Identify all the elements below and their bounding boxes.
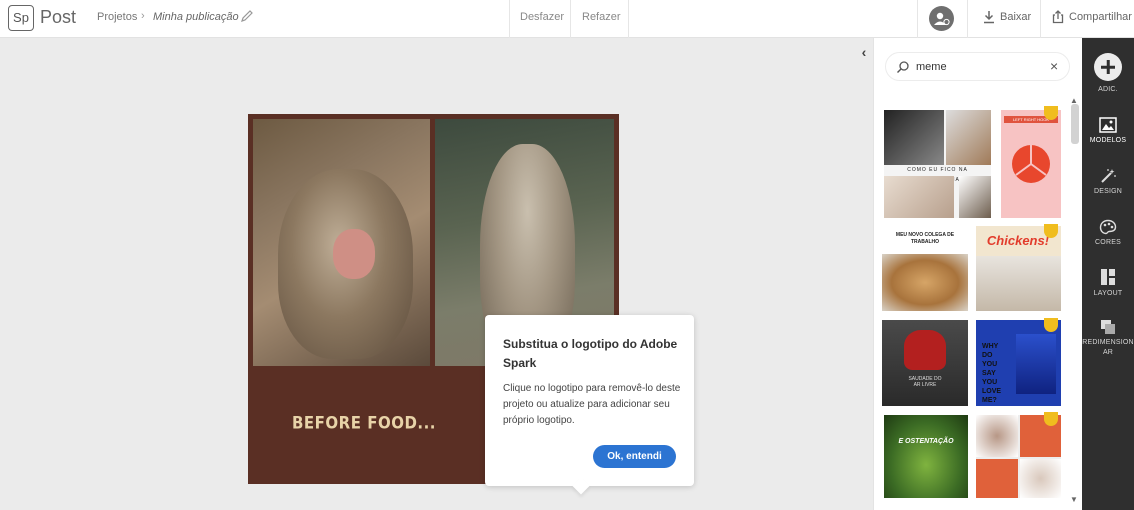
template-thumbnail[interactable]: SAUDADE DO AR LIVRE	[882, 320, 968, 406]
divider	[917, 0, 918, 38]
template-caption: COMO EU FICO NA QUARENTENA	[907, 167, 968, 183]
divider	[570, 0, 571, 38]
template-thumbnail[interactable]: MEU NOVO COLEGA DE TRABALHO	[882, 226, 968, 311]
collaborators-avatar[interactable]	[929, 6, 954, 31]
post-caption[interactable]: BEFORE FOOD...	[292, 413, 436, 434]
template-caption: E OSTENTAÇÃO	[898, 438, 954, 445]
template-thumbnail[interactable]: E OSTENTAÇÃO	[884, 415, 968, 498]
otter-mouth	[333, 229, 375, 279]
canvas-area: BEFORE FOOD...	[0, 38, 873, 510]
search-input[interactable]	[916, 60, 1046, 74]
user-add-icon	[934, 12, 950, 26]
palette-icon	[1099, 219, 1117, 235]
divider	[509, 0, 510, 38]
sidebar-item-label: ADIC.	[1098, 86, 1118, 93]
share-button[interactable]: Compartilhar	[1069, 11, 1132, 23]
download-button[interactable]: Baixar	[1000, 11, 1031, 23]
pencil-icon[interactable]	[240, 9, 254, 23]
pie-chart-graphic	[1012, 145, 1050, 183]
breadcrumb-separator: ›	[141, 10, 145, 22]
top-bar: Sp Post Projetos › Minha publicação Desf…	[0, 0, 1134, 38]
sidebar-item-add[interactable]: ADIC.	[1082, 53, 1134, 95]
plus-icon	[1094, 53, 1122, 81]
divider	[1040, 0, 1041, 38]
redo-button[interactable]: Refazer	[582, 11, 621, 23]
share-icon[interactable]	[1051, 10, 1065, 24]
sidebar-item-label: REDIMENSIONAR	[1082, 339, 1134, 356]
logo-tooltip: Substitua o logotipo do Adobe Spark Cliq…	[485, 315, 694, 486]
panel-scrollbar[interactable]	[1071, 96, 1079, 506]
template-thumbnail[interactable]: COMO EU FICO NA QUARENTENA	[884, 110, 991, 218]
tooltip-title: Substitua o logotipo do Adobe Spark	[503, 337, 678, 370]
sidebar-item-label: MODELOS	[1089, 137, 1127, 144]
template-thumbnail[interactable]: Chickens!	[976, 226, 1061, 311]
download-icon[interactable]	[982, 10, 996, 24]
breadcrumb-projects-link[interactable]: Projetos	[97, 11, 137, 23]
search-box: ×	[885, 52, 1070, 81]
clear-search-icon[interactable]: ×	[1050, 58, 1058, 74]
sidebar-item-label: CORES	[1095, 239, 1121, 246]
template-thumbnail[interactable]	[976, 415, 1061, 498]
app-name: Post	[40, 7, 77, 27]
sidebar-item-label: DESIGN	[1093, 188, 1123, 195]
sidebar-item-design[interactable]: DESIGN	[1082, 168, 1134, 197]
sidebar-item-resize[interactable]: REDIMENSIONAR	[1082, 319, 1134, 358]
ok-got-it-button[interactable]: Ok, entendi	[593, 445, 676, 468]
resize-icon	[1101, 320, 1115, 334]
template-caption: WHY DO YOU SAY YOU LOVE ME?	[982, 343, 1002, 404]
magic-wand-icon	[1101, 169, 1116, 183]
sidebar-item-layout[interactable]: LAYOUT	[1082, 268, 1134, 299]
divider	[967, 0, 968, 38]
premium-crown-icon	[1044, 224, 1058, 238]
templates-panel: × COMO EU FICO NA QUARENTENA LEFT RIGHT …	[873, 38, 1082, 510]
divider	[628, 0, 629, 38]
undo-button[interactable]: Desfazer	[520, 11, 564, 23]
image-icon	[1099, 117, 1117, 133]
otter-photo-left[interactable]	[253, 119, 430, 366]
template-thumbnail[interactable]: LEFT RIGHT HOOK	[1001, 110, 1061, 218]
spark-logo[interactable]: Sp	[8, 5, 34, 31]
scroll-down-icon[interactable]: ▼	[1070, 495, 1078, 504]
search-icon	[897, 61, 909, 73]
premium-crown-icon	[1044, 412, 1058, 426]
collapse-panel-chevron-icon[interactable]: ‹	[855, 44, 873, 62]
template-caption: MEU NOVO COLEGA DE TRABALHO	[895, 232, 955, 245]
sidebar-item-colors[interactable]: CORES	[1082, 219, 1134, 248]
layout-icon	[1101, 269, 1115, 285]
template-caption: SAUDADE DO AR LIVRE	[908, 376, 942, 388]
sidebar-item-label: LAYOUT	[1093, 290, 1123, 297]
tooltip-body: Clique no logotipo para removê-lo deste …	[503, 383, 681, 426]
template-thumbnail[interactable]: WHY DO YOU SAY YOU LOVE ME?	[976, 320, 1061, 406]
premium-crown-icon	[1044, 106, 1058, 120]
sidebar-item-templates[interactable]: MODELOS	[1082, 117, 1134, 146]
project-title[interactable]: Minha publicação	[153, 11, 239, 23]
scrollbar-thumb[interactable]	[1071, 104, 1079, 144]
premium-crown-icon	[1044, 318, 1058, 332]
tools-sidebar: ADIC. MODELOS DESIGN CORES LAYOUT REDIME…	[1082, 38, 1134, 510]
